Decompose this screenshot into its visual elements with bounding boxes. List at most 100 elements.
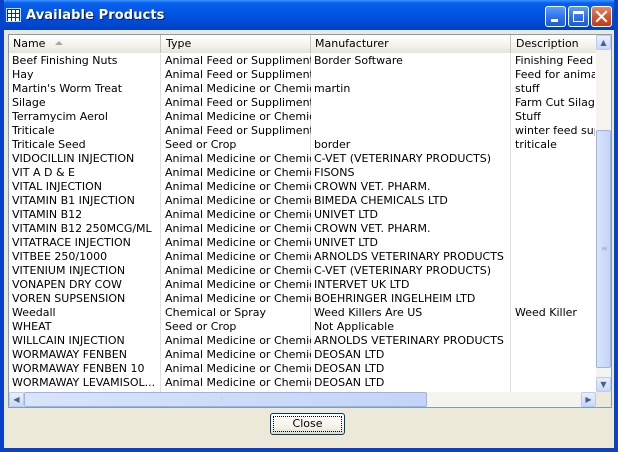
table-row[interactable]: VITAMIN B1 INJECTION Animal Medicine or C… xyxy=(9,194,595,208)
horizontal-scrollbar[interactable]: ◀ ⦙ ▶ xyxy=(9,392,596,407)
cell-type: Animal Medicine or Chemic... xyxy=(165,250,311,263)
cell-type: Animal Feed or Suppliment xyxy=(165,124,311,137)
table-body: Beef Finishing Nuts Animal Feed or Suppli… xyxy=(9,54,595,390)
cell-type: Animal Medicine or Chemic... xyxy=(165,376,311,389)
cell-manufacturer: Not Applicable xyxy=(314,320,394,333)
table-row[interactable]: VITENIUM INJECTION Animal Medicine or Che… xyxy=(9,264,595,278)
cell-type: Animal Feed or Suppliment xyxy=(165,54,311,67)
table-row[interactable]: VIT A D & E Animal Medicine or Chemic... F… xyxy=(9,166,595,180)
cell-manufacturer: FISONS xyxy=(314,166,355,179)
cell-type: Animal Medicine or Chemic... xyxy=(165,292,311,305)
vertical-scrollbar[interactable]: ▲ ≡ ▼ xyxy=(596,35,611,392)
cell-description xyxy=(511,348,595,362)
cell-manufacturer: DEOSAN LTD xyxy=(314,376,385,389)
cell-description xyxy=(511,208,595,222)
cell-name: VIDOCILLIN INJECTION xyxy=(12,152,135,165)
cell-manufacturer: C-VET (VETERINARY PRODUCTS) xyxy=(314,264,492,277)
cell-description xyxy=(511,278,595,292)
table-row[interactable]: Terramycim Aerol Animal Medicine or Chemi… xyxy=(9,110,595,124)
cell-name: VITAMIN B12 xyxy=(12,208,83,221)
cell-description xyxy=(511,292,595,306)
close-button[interactable]: Close xyxy=(270,413,345,435)
cell-manufacturer: DEOSAN LTD xyxy=(314,362,385,375)
table-row[interactable]: WHEAT Seed or Crop Not Applicable xyxy=(9,320,595,334)
table-row[interactable]: VOREN SUPSENSION Animal Medicine or Chemi… xyxy=(9,292,595,306)
cell-description xyxy=(511,236,595,250)
cell-manufacturer xyxy=(311,124,511,138)
cell-manufacturer: UNIVET LTD xyxy=(314,208,379,221)
maximize-icon xyxy=(569,7,588,26)
available-products-window: Available Products Name Type Manufacture… xyxy=(0,0,618,452)
vertical-scroll-thumb[interactable]: ≡ xyxy=(596,130,611,369)
title-bar[interactable]: Available Products xyxy=(0,0,618,30)
table-row[interactable]: Triticale Animal Feed or Suppliment winter… xyxy=(9,124,595,138)
table-row[interactable]: VONAPEN DRY COW Animal Medicine or Chemic… xyxy=(9,278,595,292)
cell-description xyxy=(511,180,595,194)
cell-name: Beef Finishing Nuts xyxy=(12,54,118,67)
cell-description xyxy=(511,334,595,348)
table-row[interactable]: WORMAWAY LEVAMISOL... Animal Medicine or … xyxy=(9,376,595,390)
grid-table-icon xyxy=(6,8,21,22)
close-window-button[interactable] xyxy=(591,6,612,27)
maximize-button[interactable] xyxy=(568,6,589,27)
cell-name: Martin's Worm Treat xyxy=(12,82,123,95)
table-row[interactable]: Triticale Seed Seed or Crop border tritical… xyxy=(9,138,595,152)
table-row[interactable]: WORMAWAY FENBEN Animal Medicine or Chemic… xyxy=(9,348,595,362)
cell-type: Seed or Crop xyxy=(165,138,237,151)
cell-description: Feed for animals xyxy=(515,68,595,81)
table-row[interactable]: VITAMIN B12 250MCG/ML Animal Medicine or … xyxy=(9,222,595,236)
scroll-up-button[interactable]: ▲ xyxy=(596,35,611,50)
column-header-manufacturer[interactable]: Manufacturer xyxy=(311,35,511,53)
scroll-down-button[interactable]: ▼ xyxy=(596,377,611,392)
cell-description xyxy=(511,376,595,390)
table-row[interactable]: VITAL INJECTION Animal Medicine or Chemic… xyxy=(9,180,595,194)
scroll-right-button[interactable]: ▶ xyxy=(581,392,596,407)
chevron-right-icon: ▶ xyxy=(585,395,592,404)
sort-ascending-icon xyxy=(55,41,64,45)
column-header-name[interactable]: Name xyxy=(9,35,161,53)
cell-manufacturer: BOEHRINGER INGELHEIM LTD xyxy=(314,292,476,305)
cell-name: VONAPEN DRY COW xyxy=(12,278,122,291)
table-row[interactable]: WILLCAIN INJECTION Animal Medicine or Che… xyxy=(9,334,595,348)
cell-manufacturer: UNIVET LTD xyxy=(314,236,379,249)
products-list[interactable]: Name Type Manufacturer Description Beef … xyxy=(8,34,612,408)
dialog-body: Name Type Manufacturer Description Beef … xyxy=(4,30,614,448)
cell-name: WHEAT xyxy=(12,320,52,333)
table-row[interactable]: VIDOCILLIN INJECTION Animal Medicine or C… xyxy=(9,152,595,166)
cell-description xyxy=(511,362,595,376)
cell-type: Animal Feed or Suppliment xyxy=(165,96,311,109)
cell-name: WILLCAIN INJECTION xyxy=(12,334,125,347)
table-row[interactable]: Beef Finishing Nuts Animal Feed or Suppli… xyxy=(9,54,595,68)
cell-manufacturer: Weed Killers Are US xyxy=(314,306,423,319)
cell-description: stuff xyxy=(515,82,540,95)
cell-type: Animal Medicine or Chemic... xyxy=(165,82,311,95)
column-header-row: Name Type Manufacturer Description xyxy=(9,35,611,53)
cell-name: WORMAWAY FENBEN 10 xyxy=(12,362,145,375)
table-row[interactable]: Martin's Worm Treat Animal Medicine or Ch… xyxy=(9,82,595,96)
table-row[interactable]: Hay Animal Feed or Suppliment Feed for ani… xyxy=(9,68,595,82)
cell-description xyxy=(511,320,595,334)
cell-manufacturer: border xyxy=(314,138,351,151)
table-row[interactable]: Weedall Chemical or Spray Weed Killers Are… xyxy=(9,306,595,320)
table-row[interactable]: Silage Animal Feed or Suppliment Farm Cut … xyxy=(9,96,595,110)
cell-name: VITAL INJECTION xyxy=(12,180,102,193)
cell-description xyxy=(511,152,595,166)
scroll-left-button[interactable]: ◀ xyxy=(9,392,24,407)
table-row[interactable]: VITAMIN B12 Animal Medicine or Chemic... U… xyxy=(9,208,595,222)
cell-name: VITBEE 250/1000 xyxy=(12,250,108,263)
table-row[interactable]: WORMAWAY FENBEN 10 Animal Medicine or Che… xyxy=(9,362,595,376)
table-row[interactable]: VITATRACE INJECTION Animal Medicine or Ch… xyxy=(9,236,595,250)
cell-manufacturer xyxy=(311,96,511,110)
table-row[interactable]: VITBEE 250/1000 Animal Medicine or Chemic… xyxy=(9,250,595,264)
column-description-label: Description xyxy=(516,37,579,50)
column-header-type[interactable]: Type xyxy=(161,35,311,53)
minimize-button[interactable] xyxy=(545,6,566,27)
cell-name: WORMAWAY FENBEN xyxy=(12,348,127,361)
cell-description xyxy=(511,166,595,180)
grip-icon: ⦙ xyxy=(221,395,223,404)
cell-type: Animal Medicine or Chemic... xyxy=(165,236,311,249)
cell-type: Animal Medicine or Chemic... xyxy=(165,362,311,375)
horizontal-scroll-thumb[interactable]: ⦙ xyxy=(24,392,427,407)
cell-type: Animal Medicine or Chemic... xyxy=(165,110,311,123)
close-button-label: Close xyxy=(292,417,323,430)
